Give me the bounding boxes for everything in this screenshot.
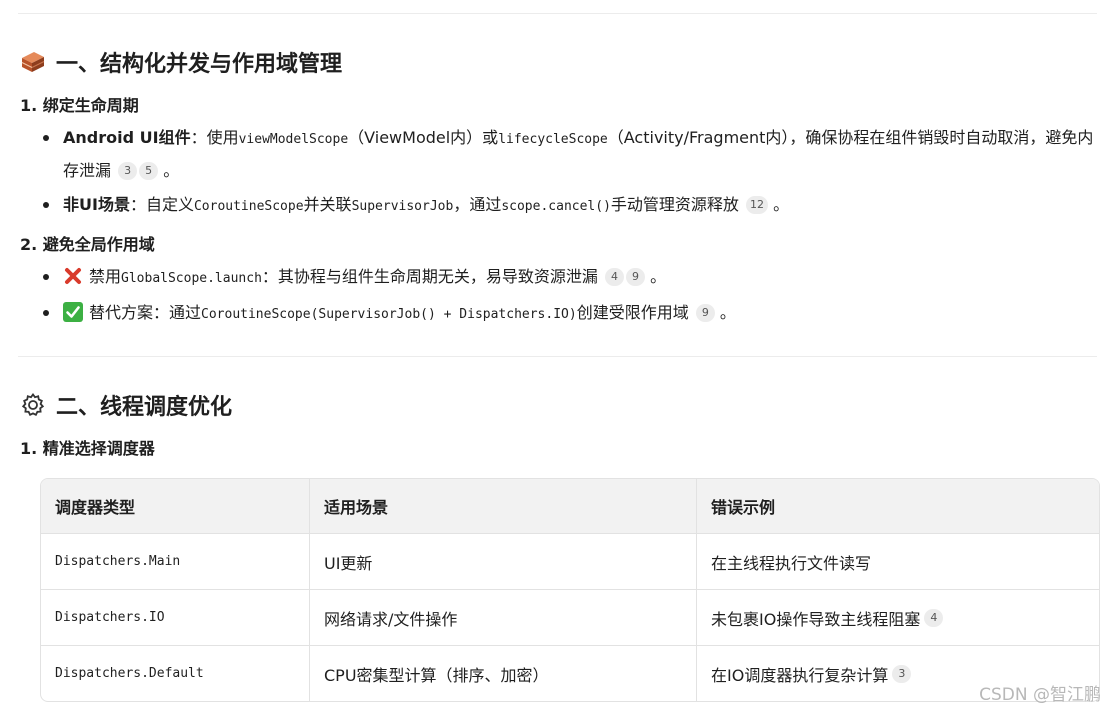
text: ，通过 (453, 195, 502, 214)
citation-badge[interactable]: 5 (139, 162, 159, 180)
column-header: 适用场景 (309, 479, 696, 533)
text: 替代方案：通过 (89, 303, 202, 322)
scene-cell: CPU密集型计算（排序、加密） (309, 646, 696, 701)
inline-code: GlobalScope.launch (121, 271, 262, 286)
text: 并关联 (303, 195, 352, 214)
dispatcher-cell: Dispatchers.Default (55, 666, 204, 681)
dispatcher-cell: Dispatchers.Main (55, 554, 181, 569)
list-item: 禁用GlobalScope.launch：其协程与组件生命周期无关，易导致资源泄… (43, 261, 1095, 294)
citation-badge[interactable]: 9 (626, 268, 646, 286)
inline-code: lifecycleScope (498, 132, 608, 147)
citation-badge[interactable]: 12 (746, 196, 769, 214)
top-divider (18, 13, 1097, 14)
section-divider (18, 356, 1097, 357)
example-cell: 在主线程执行文件读写 (696, 534, 1099, 589)
section-heading: 二、线程调度优化 (20, 389, 232, 421)
inline-code: scope.cancel() (501, 199, 611, 214)
table-row: Dispatchers.Main UI更新 在主线程执行文件读写 (41, 533, 1099, 589)
dispatcher-cell: Dispatchers.IO (55, 610, 165, 625)
watermark: CSDN @智江鹏 (979, 685, 1101, 705)
text: 。 (719, 303, 736, 322)
text: ：其协程与组件生命周期无关，易导致资源泄漏 (261, 267, 598, 286)
dispatcher-table: 调度器类型 适用场景 错误示例 Dispatchers.Main UI更新 在主… (40, 478, 1100, 702)
citation-badge[interactable]: 9 (695, 304, 715, 322)
table-header-row: 调度器类型 适用场景 错误示例 (41, 479, 1099, 533)
text: 手动管理资源释放 (610, 195, 739, 214)
section-title: 二、线程调度优化 (56, 395, 233, 420)
table-row: Dispatchers.IO 网络请求/文件操作 未包裹IO操作导致主线程阻塞 4 (41, 589, 1099, 645)
inline-code: viewModelScope (238, 132, 349, 147)
text: 。 (650, 267, 667, 286)
table-row: Dispatchers.Default CPU密集型计算（排序、加密） 在IO调… (41, 645, 1099, 701)
cross-mark-icon (65, 268, 81, 284)
list-item: 非UI场景：自定义CoroutineScope并关联SupervisorJob，… (43, 189, 1095, 222)
text: 。 (773, 195, 790, 214)
column-header: 错误示例 (696, 479, 1099, 533)
column-header: 调度器类型 (55, 498, 136, 517)
subsection-title: 2. 避免全局作用域 (20, 235, 155, 254)
text: ：使用 (190, 128, 239, 147)
item-label: 非UI场景 (63, 195, 130, 214)
bullet (43, 274, 49, 280)
text: 。 (163, 161, 180, 180)
item-label: Android UI组件 (63, 128, 191, 147)
list-item: 替代方案：通过CoroutineScope(SupervisorJob() + … (43, 297, 1095, 330)
section-heading: 一、结构化并发与作用域管理 (20, 46, 342, 78)
citation-badge[interactable]: 3 (892, 664, 912, 683)
citation-badge[interactable]: 4 (924, 608, 944, 627)
inline-code: SupervisorJob (351, 199, 454, 214)
text: ：自定义 (129, 195, 194, 214)
example-text: 在IO调度器执行复杂计算 (711, 665, 889, 685)
text: 禁用 (89, 267, 122, 286)
text: （ViewModel内）或 (348, 128, 499, 147)
bullet (43, 310, 49, 316)
scene-cell: 网络请求/文件操作 (309, 590, 696, 645)
citation-badge[interactable]: 4 (605, 268, 625, 286)
check-mark-icon (63, 302, 83, 322)
inline-code: CoroutineScope(SupervisorJob() + Dispatc… (201, 307, 577, 322)
example-cell: 未包裹IO操作导致主线程阻塞 4 (696, 590, 1099, 645)
subsection-title: 1. 精准选择调度器 (20, 439, 155, 458)
citation-badge[interactable]: 3 (118, 162, 138, 180)
bullet (43, 202, 49, 208)
scene-cell: UI更新 (309, 534, 696, 589)
text: 创建受限作用域 (576, 303, 689, 322)
section-title: 一、结构化并发与作用域管理 (56, 52, 343, 77)
inline-code: CoroutineScope (193, 199, 304, 214)
example-text: 在主线程执行文件读写 (711, 553, 872, 573)
brick-icon (21, 52, 45, 72)
gear-icon (21, 392, 45, 416)
example-text: 未包裹IO操作导致主线程阻塞 (711, 609, 921, 629)
bullet (43, 135, 49, 141)
subsection-title: 1. 绑定生命周期 (20, 96, 139, 115)
list-item: Android UI组件：使用viewModelScope（ViewModel内… (43, 122, 1095, 186)
